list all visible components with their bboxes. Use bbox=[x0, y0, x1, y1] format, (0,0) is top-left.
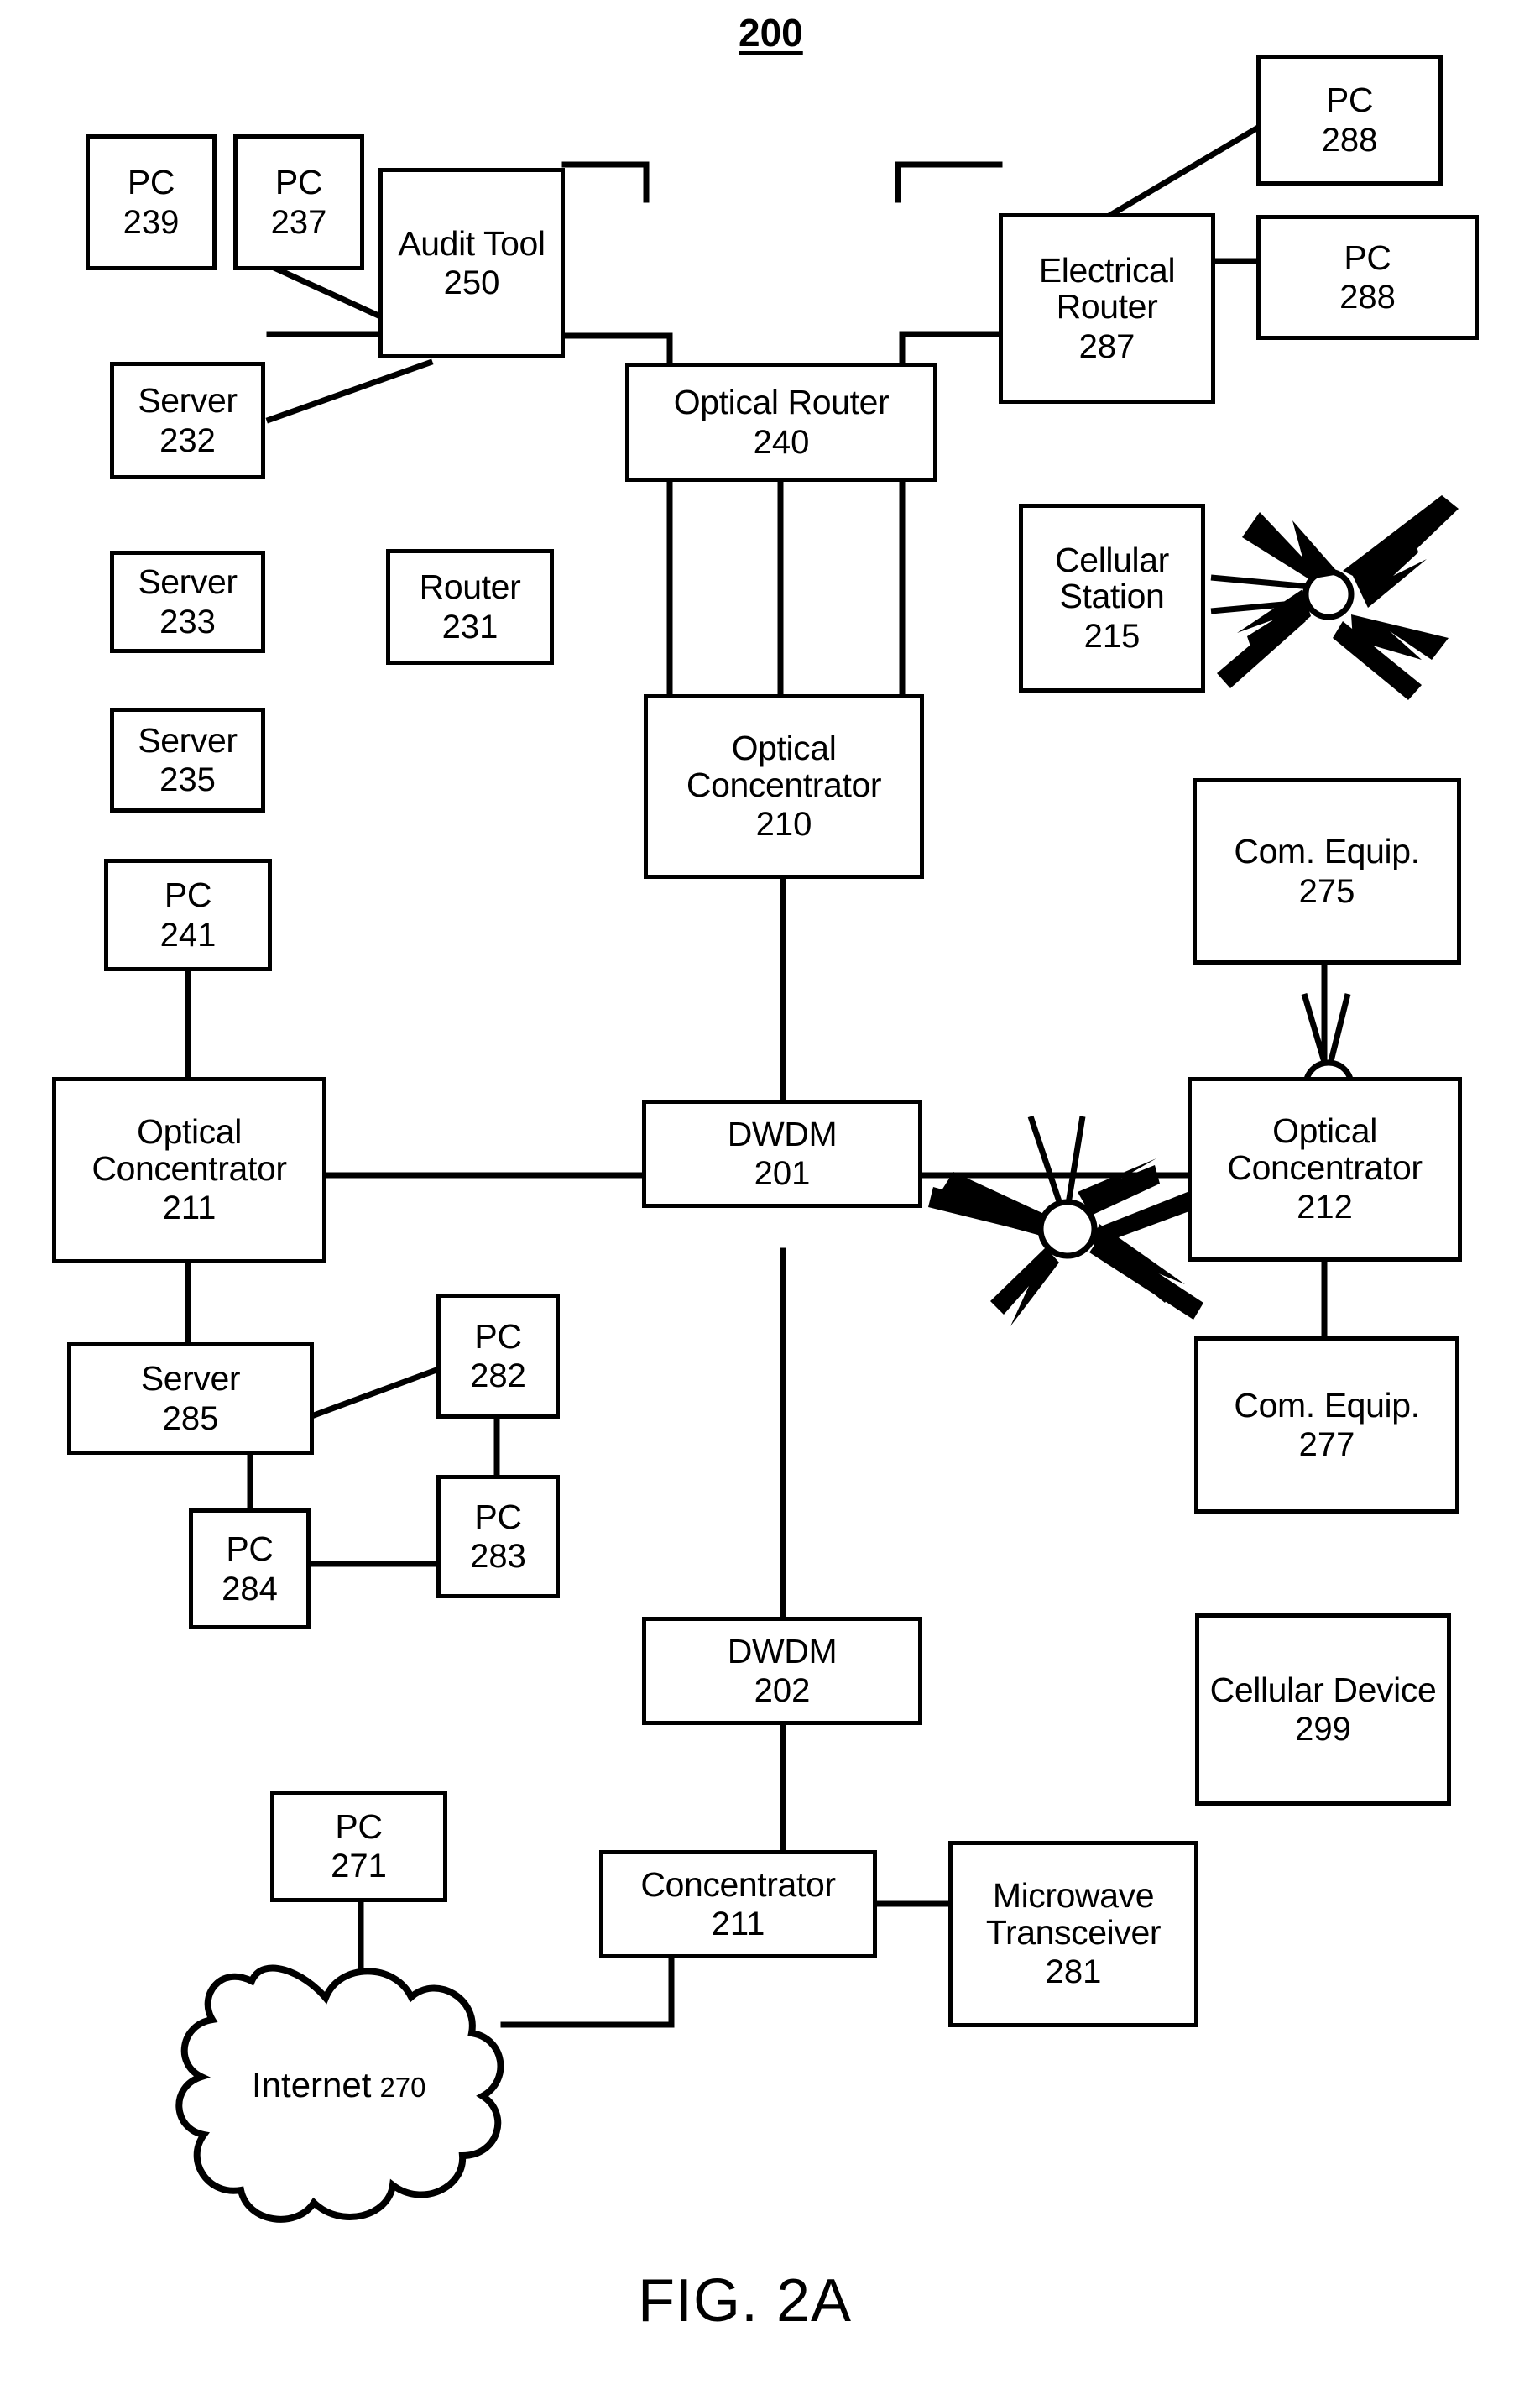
node-label: PC bbox=[164, 876, 212, 915]
node-com-equip-277[interactable]: Com. Equip. 277 bbox=[1194, 1336, 1459, 1514]
node-router-231[interactable]: Router 231 bbox=[386, 549, 554, 665]
node-reference: 283 bbox=[470, 1538, 526, 1576]
node-label: Cellular Station bbox=[1055, 540, 1169, 616]
wire-concentrator211-internet bbox=[500, 1954, 675, 2028]
node-label: PC bbox=[127, 163, 175, 202]
node-reference: 237 bbox=[270, 203, 327, 241]
node-label: Server bbox=[140, 1359, 241, 1399]
node-pc-282[interactable]: PC 282 bbox=[436, 1294, 560, 1419]
node-dwdm-201[interactable]: DWDM 201 bbox=[642, 1100, 922, 1208]
node-reference: 212 bbox=[1297, 1189, 1353, 1226]
node-pc-271[interactable]: PC 271 bbox=[270, 1791, 447, 1902]
node-reference: 211 bbox=[162, 1189, 217, 1227]
node-pc-288-lower[interactable]: PC 288 bbox=[1256, 215, 1479, 340]
node-label: Optical Concentrator bbox=[686, 729, 882, 804]
node-reference: 250 bbox=[443, 264, 500, 302]
node-cellular-device-299[interactable]: Cellular Device 299 bbox=[1195, 1613, 1451, 1806]
node-label: Router bbox=[419, 567, 521, 607]
node-audit-tool-250[interactable]: Audit Tool 250 bbox=[378, 168, 565, 358]
node-server-235[interactable]: Server 235 bbox=[110, 708, 265, 813]
node-reference: 235 bbox=[159, 761, 216, 799]
node-label: Server bbox=[138, 720, 238, 760]
node-label: Com. Equip. bbox=[1234, 832, 1420, 871]
node-label: PC bbox=[1344, 238, 1391, 277]
node-reference: 232 bbox=[159, 421, 216, 459]
node-pc-239[interactable]: PC 239 bbox=[86, 134, 217, 270]
node-optical-concentrator-210[interactable]: Optical Concentrator 210 bbox=[644, 694, 924, 879]
node-optical-concentrator-212[interactable]: Optical Concentrator 212 bbox=[1188, 1077, 1462, 1262]
node-optical-router-240[interactable]: Optical Router 240 bbox=[625, 363, 937, 482]
wire-opticalrouter-electricalrouter bbox=[895, 161, 1003, 203]
wire-server235-router231 bbox=[265, 358, 434, 424]
internet-reference-number: 270 bbox=[379, 2072, 426, 2103]
node-reference: 215 bbox=[1083, 617, 1141, 655]
node-server-232[interactable]: Server 232 bbox=[110, 362, 265, 479]
node-label: Optical Concentrator bbox=[1227, 1111, 1423, 1187]
node-reference: 202 bbox=[754, 1672, 811, 1710]
node-reference: 299 bbox=[1295, 1711, 1351, 1749]
node-reference: 282 bbox=[470, 1357, 526, 1395]
node-reference: 288 bbox=[1339, 279, 1396, 316]
node-reference: 210 bbox=[755, 806, 812, 844]
node-label: Cellular Device bbox=[1209, 1670, 1437, 1709]
node-pc-284[interactable]: PC 284 bbox=[189, 1508, 311, 1629]
burst-microwave bbox=[928, 1115, 1205, 1326]
node-label: Microwave Transceiver bbox=[985, 1876, 1162, 1952]
node-microwave-transceiver-281[interactable]: Microwave Transceiver 281 bbox=[948, 1841, 1198, 2027]
node-pc-288-upper[interactable]: PC 288 bbox=[1256, 55, 1443, 186]
wire-server285-pc282 bbox=[310, 1366, 441, 1419]
node-label: PC bbox=[474, 1316, 522, 1356]
node-reference: 281 bbox=[1045, 1953, 1102, 1991]
node-pc-283[interactable]: PC 283 bbox=[436, 1475, 560, 1598]
figure-caption: FIG. 2A bbox=[638, 2267, 853, 2334]
node-label: PC bbox=[474, 1497, 522, 1536]
node-reference: 275 bbox=[1298, 872, 1355, 910]
figure-reference-number: 200 bbox=[739, 11, 803, 55]
node-pc-241[interactable]: PC 241 bbox=[104, 859, 272, 971]
node-label: Electrical Router bbox=[1038, 250, 1176, 327]
node-dwdm-202[interactable]: DWDM 202 bbox=[642, 1617, 922, 1725]
node-concentrator-211-bottom[interactable]: Concentrator 211 bbox=[599, 1850, 877, 1958]
node-reference: 240 bbox=[753, 423, 810, 461]
patent-figure-2a: 200 PC 239 PC 237 Audit Tool 250 Server … bbox=[0, 0, 1540, 2384]
node-label: Optical Router bbox=[673, 383, 890, 422]
node-label: PC bbox=[335, 1806, 383, 1846]
wire-audit-opticalrouter bbox=[561, 161, 650, 203]
node-cellular-station-215[interactable]: Cellular Station 215 bbox=[1019, 504, 1205, 693]
node-com-equip-275[interactable]: Com. Equip. 275 bbox=[1193, 778, 1461, 965]
node-reference: 277 bbox=[1298, 1426, 1355, 1464]
node-pc-237[interactable]: PC 237 bbox=[233, 134, 364, 270]
node-label: PC bbox=[274, 163, 323, 202]
node-optical-concentrator-211-left[interactable]: Optical Concentrator 211 bbox=[52, 1077, 326, 1263]
internet-label-text: Internet bbox=[252, 2065, 372, 2104]
node-label: DWDM bbox=[727, 1631, 838, 1670]
node-server-233[interactable]: Server 233 bbox=[110, 551, 265, 653]
node-reference: 201 bbox=[754, 1155, 811, 1193]
node-label: Server bbox=[138, 381, 238, 421]
node-label: Audit Tool bbox=[398, 223, 546, 263]
node-reference: 241 bbox=[159, 916, 217, 954]
node-reference: 233 bbox=[159, 603, 216, 640]
node-reference: 231 bbox=[441, 608, 499, 646]
burst-cellular-station bbox=[1210, 495, 1459, 700]
node-reference: 288 bbox=[1321, 121, 1378, 159]
node-electrical-router-287[interactable]: Electrical Router 287 bbox=[999, 213, 1215, 404]
wire-electricalrouter-pc288a bbox=[1108, 123, 1262, 218]
node-label: PC bbox=[226, 1529, 274, 1569]
node-label: Concentrator bbox=[640, 1864, 836, 1904]
node-reference: 287 bbox=[1078, 327, 1135, 365]
node-label: Com. Equip. bbox=[1234, 1385, 1420, 1425]
node-reference: 285 bbox=[162, 1399, 219, 1437]
node-reference: 284 bbox=[222, 1570, 278, 1608]
node-server-285[interactable]: Server 285 bbox=[67, 1342, 314, 1455]
node-reference: 239 bbox=[123, 203, 180, 241]
node-label: PC bbox=[1325, 81, 1374, 120]
node-reference: 211 bbox=[711, 1906, 765, 1943]
node-label: Server bbox=[138, 562, 238, 602]
node-reference: 271 bbox=[331, 1848, 387, 1885]
node-label: DWDM bbox=[727, 1114, 838, 1153]
internet-cloud-label: Internet 270 bbox=[252, 2065, 426, 2105]
node-label: Optical Concentrator bbox=[91, 1112, 287, 1188]
